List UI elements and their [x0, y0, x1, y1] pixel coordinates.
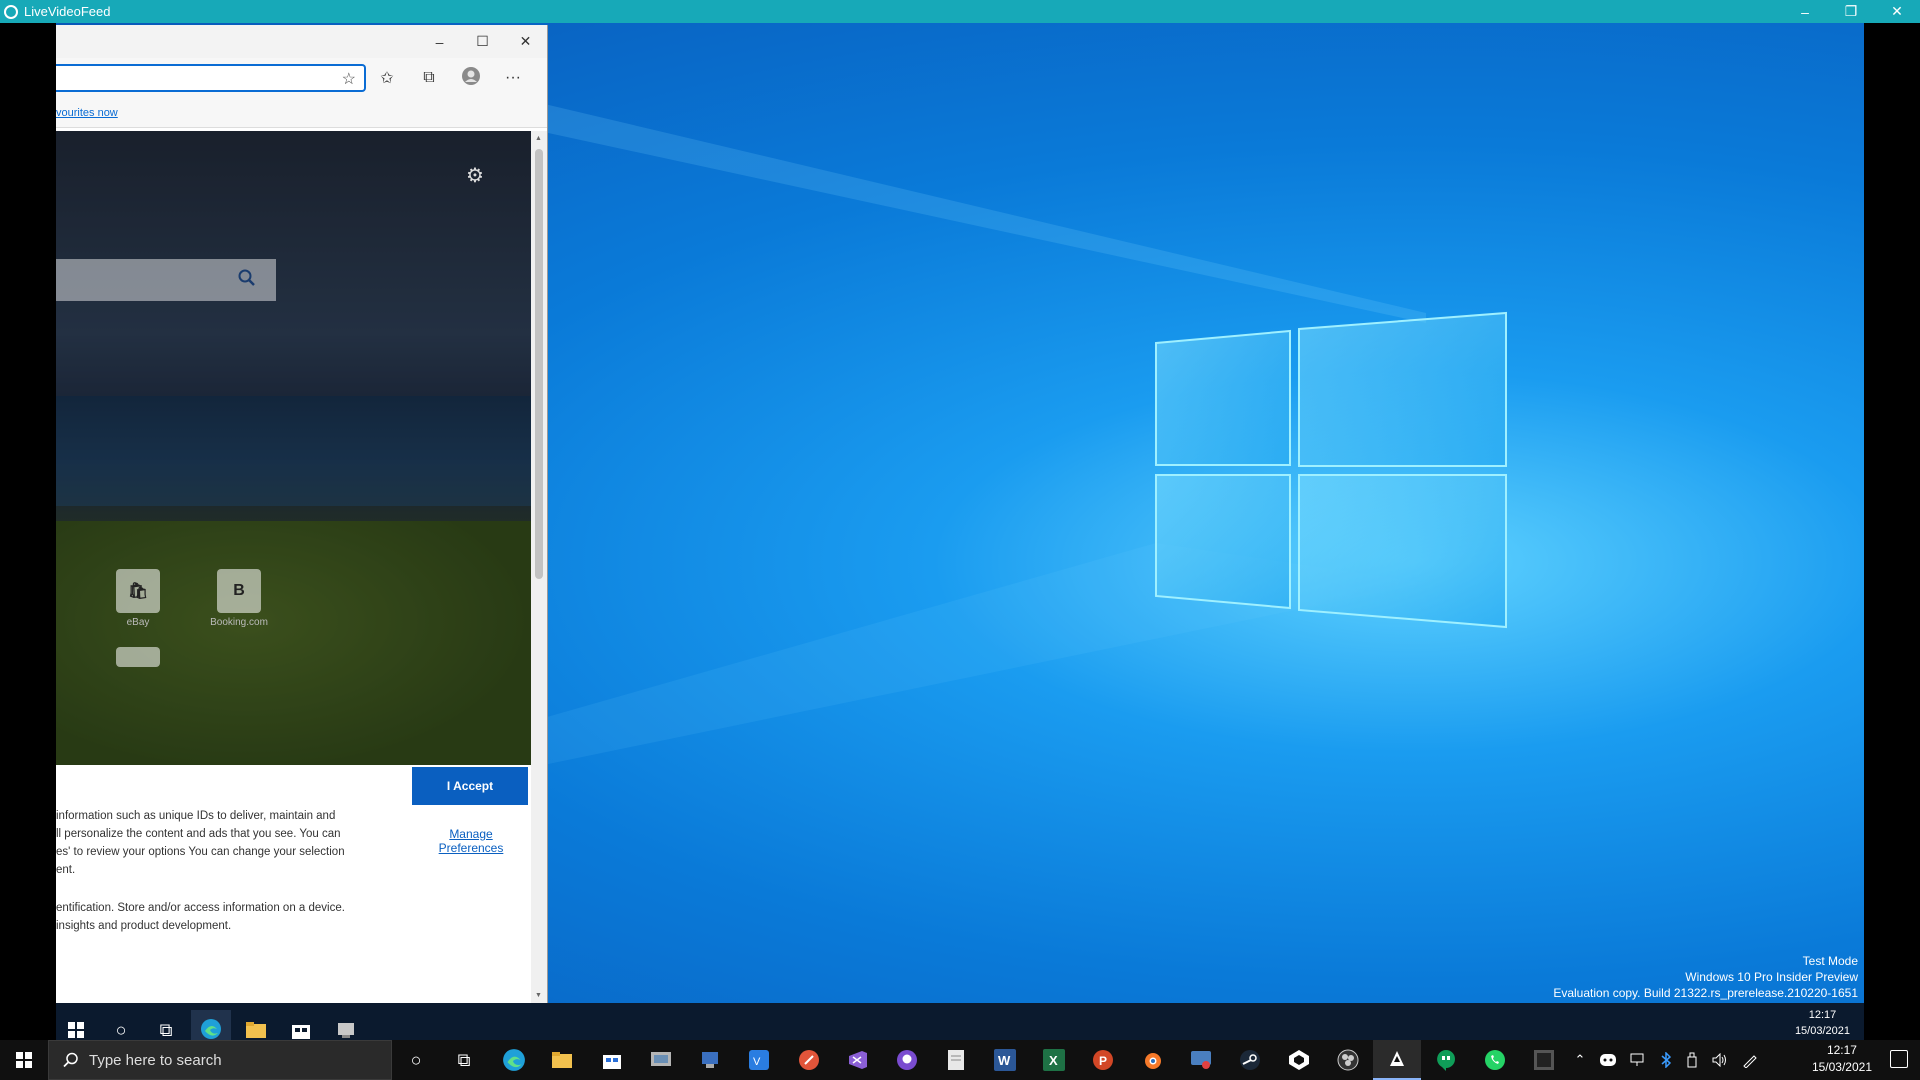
livevideofeed-app-icon	[4, 4, 18, 19]
tray-pen-icon[interactable]	[1737, 1040, 1763, 1080]
edge-titlebar: – ☐ ✕	[56, 25, 547, 58]
background-image: ⚙ 🛍 eBay B Booking.com	[56, 131, 532, 765]
favourites-bar: vourites now	[56, 98, 547, 128]
tray-bluetooth-icon[interactable]	[1655, 1040, 1677, 1080]
edge-taskbar-icon[interactable]	[490, 1040, 538, 1080]
import-favourites-link[interactable]: vourites now	[56, 107, 118, 119]
taskbar-date: 15/03/2021	[1811, 1060, 1872, 1074]
watermark-line-3: Evaluation copy. Build 21322.rs_prerelea…	[1553, 986, 1858, 1000]
store-icon[interactable]	[588, 1040, 636, 1080]
scroll-up-icon[interactable]: ▲	[535, 135, 542, 142]
booking-label: Booking.com	[210, 617, 268, 628]
excel-icon[interactable]: X	[1030, 1040, 1078, 1080]
page-search-box[interactable]	[56, 259, 276, 301]
page-scrollbar[interactable]: ▲ ▼	[531, 131, 547, 1003]
windows-media-icon[interactable]	[637, 1040, 685, 1080]
window-controls: – ❐ ✕	[1782, 0, 1920, 23]
consent-paragraph-1: information such as unique IDs to delive…	[56, 810, 345, 876]
powerpoint-icon[interactable]: P	[1079, 1040, 1127, 1080]
hangouts-icon[interactable]	[1422, 1040, 1470, 1080]
watermark-line-2: Windows 10 Pro Insider Preview	[1685, 970, 1858, 984]
more-options-icon[interactable]: ···	[492, 69, 534, 87]
manage-line-2: Preferences	[438, 841, 504, 855]
visual-studio-icon[interactable]	[834, 1040, 882, 1080]
file-explorer-icon[interactable]	[538, 1040, 586, 1080]
terminal-icon[interactable]	[1520, 1040, 1568, 1080]
remote-clock[interactable]: 12:17 15/03/2021	[1795, 1007, 1850, 1039]
taskbar-clock[interactable]: 12:17 15/03/2021	[1812, 1042, 1872, 1076]
ebay-tile[interactable]: 🛍	[116, 569, 160, 613]
livevideofeed-taskbar-icon[interactable]	[1373, 1040, 1421, 1080]
video-feed-area: Test Mode Windows 10 Pro Insider Preview…	[0, 23, 1920, 1057]
whatsapp-icon[interactable]	[1471, 1040, 1519, 1080]
git-client-icon[interactable]	[785, 1040, 833, 1080]
github-desktop-icon[interactable]	[883, 1040, 931, 1080]
app-remote-icon[interactable]	[1177, 1040, 1225, 1080]
more-tile[interactable]	[116, 647, 160, 667]
close-button[interactable]: ✕	[1874, 0, 1920, 23]
tray-network-icon[interactable]	[1625, 1040, 1651, 1080]
window-title: LiveVideoFeed	[24, 4, 111, 19]
taskbar-time: 12:17	[1826, 1043, 1857, 1057]
steam-icon[interactable]	[1226, 1040, 1274, 1080]
host-taskbar: Type here to search ○ ⧉ V W X P ⌃ 12:17 …	[0, 1040, 1920, 1080]
accept-button[interactable]: I Accept	[412, 767, 528, 805]
svg-text:W: W	[998, 1053, 1011, 1068]
search-placeholder: Type here to search	[89, 1051, 222, 1069]
ebay-label: eBay	[126, 617, 150, 628]
vs-code-icon[interactable]: V	[735, 1040, 783, 1080]
collections-icon[interactable]: ⧉	[408, 69, 450, 87]
svg-text:V: V	[753, 1056, 761, 1068]
edge-close-button[interactable]: ✕	[504, 25, 547, 58]
tray-overflow-chevron-icon[interactable]: ⌃	[1569, 1040, 1591, 1080]
tray-volume-icon[interactable]	[1707, 1040, 1733, 1080]
minimize-button[interactable]: –	[1782, 0, 1828, 23]
svg-text:P: P	[1099, 1054, 1107, 1068]
task-view-icon[interactable]: ⧉	[440, 1040, 488, 1080]
livevideofeed-titlebar: LiveVideoFeed – ❐ ✕	[0, 0, 1920, 23]
booking-tile[interactable]: B	[217, 569, 261, 613]
app-installer-icon[interactable]	[686, 1040, 734, 1080]
favourites-icon[interactable]: ✩	[366, 68, 408, 88]
test-mode-watermark: Test Mode Windows 10 Pro Insider Preview…	[1553, 953, 1858, 1001]
search-icon	[63, 1052, 78, 1068]
unity-icon[interactable]	[1275, 1040, 1323, 1080]
manage-line-1: Manage	[449, 827, 493, 841]
word-icon[interactable]: W	[981, 1040, 1029, 1080]
svg-text:X: X	[1049, 1053, 1058, 1068]
remote-time: 12:17	[1808, 1009, 1837, 1021]
restore-button[interactable]: ❐	[1828, 0, 1874, 23]
tray-discord-icon[interactable]	[1595, 1040, 1621, 1080]
obs-icon[interactable]	[1324, 1040, 1372, 1080]
manage-preferences-link[interactable]: Manage Preferences	[416, 827, 526, 855]
address-bar[interactable]: ☆	[56, 64, 366, 92]
cookie-consent-banner: I Accept Manage Preferences information …	[56, 765, 532, 1003]
scrollbar-thumb[interactable]	[535, 149, 543, 579]
remote-date: 15/03/2021	[1794, 1025, 1850, 1037]
tray-usb-icon[interactable]	[1681, 1040, 1703, 1080]
consent-paragraph-2: entification. Store and/or access inform…	[56, 902, 345, 932]
ebay-icon: 🛍	[127, 583, 149, 600]
scroll-down-icon[interactable]: ▼	[535, 992, 542, 999]
edge-browser-window[interactable]: – ☐ ✕ ☆ ✩ ⧉ ··· vourites now ⚙ 🛍 eBay B …	[56, 25, 548, 1003]
watermark-line-1: Test Mode	[1802, 954, 1858, 968]
notification-center-icon[interactable]	[1890, 1050, 1908, 1068]
edge-toolbar: ☆ ✩ ⧉ ···	[56, 58, 547, 98]
cortana-icon[interactable]: ○	[392, 1040, 440, 1080]
profile-avatar[interactable]	[450, 66, 492, 91]
favourite-star-icon[interactable]: ☆	[342, 69, 356, 89]
new-tab-page: ⚙ 🛍 eBay B Booking.com I Accept Manage P…	[56, 131, 532, 1003]
start-icon[interactable]	[0, 1040, 48, 1080]
blender-icon[interactable]	[1128, 1040, 1176, 1080]
edge-minimize-button[interactable]: –	[418, 25, 461, 58]
notepad-icon[interactable]	[932, 1040, 980, 1080]
booking-icon: B	[233, 582, 245, 599]
page-settings-icon[interactable]: ⚙	[466, 163, 484, 188]
taskbar-search-box[interactable]: Type here to search	[48, 1040, 392, 1080]
search-icon[interactable]	[238, 269, 256, 287]
edge-maximize-button[interactable]: ☐	[461, 25, 504, 58]
